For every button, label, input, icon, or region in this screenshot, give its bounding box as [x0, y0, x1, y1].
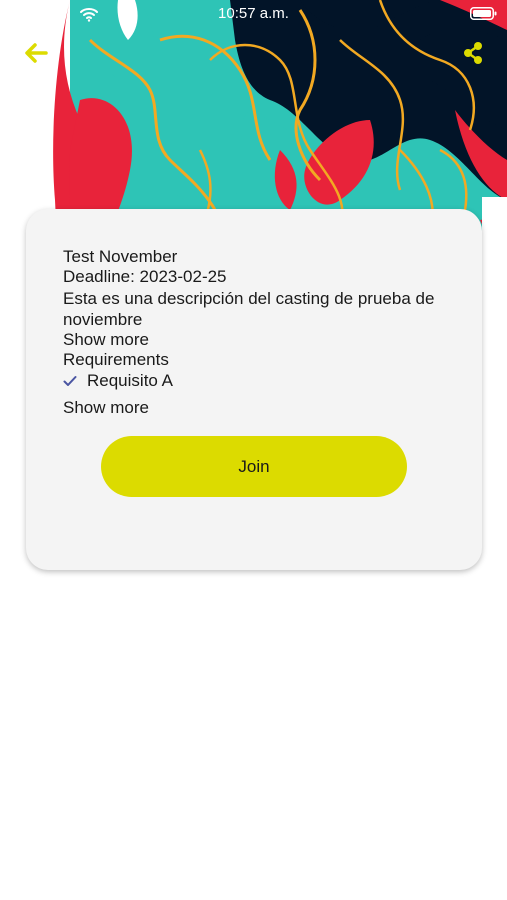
battery-icon — [470, 7, 497, 20]
status-bar: 10:57 a.m. — [0, 0, 507, 28]
requirements-heading: Requirements — [63, 350, 169, 369]
join-button[interactable]: Join — [101, 436, 407, 497]
casting-title: Test November — [63, 247, 178, 266]
share-button[interactable] — [460, 38, 490, 68]
casting-detail-screen: 10:57 a.m. Test November Deadline: 2023-… — [0, 0, 507, 900]
share-icon — [464, 42, 482, 64]
casting-description: Esta es una descripción del casting de p… — [63, 289, 435, 329]
casting-deadline: Deadline: 2023-02-25 — [63, 267, 227, 286]
show-more-requirements-link[interactable]: Show more — [63, 398, 149, 418]
back-button[interactable] — [22, 38, 52, 68]
show-more-description-link[interactable]: Show more — [63, 330, 149, 350]
status-time: 10:57 a.m. — [218, 5, 289, 22]
casting-card: Test November Deadline: 2023-02-25 Esta … — [26, 209, 482, 570]
check-icon — [63, 376, 77, 386]
requirement-label: Requisito A — [87, 371, 173, 390]
arrow-left-icon — [25, 43, 48, 63]
